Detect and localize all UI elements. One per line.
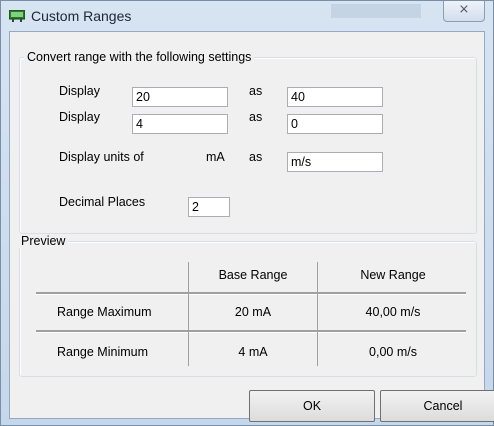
convert-settings-group: Convert range with the following setting…: [19, 50, 477, 234]
decimal-places-input[interactable]: 2: [188, 197, 230, 217]
display-min-label: Display: [59, 110, 100, 124]
cell-base-min: 4 mA: [238, 345, 268, 359]
table-divider: [36, 292, 466, 295]
dialog-client-area: Convert range with the following setting…: [9, 31, 494, 422]
header-new-range: New Range: [360, 268, 426, 282]
base-unit-label: mA: [206, 150, 225, 164]
convert-settings-legend: Convert range with the following setting…: [24, 50, 255, 64]
as-label: as: [249, 150, 263, 164]
cell-new-min: 0,00 m/s: [369, 345, 417, 359]
app-icon: [9, 10, 25, 22]
row-label-min: Range Minimum: [57, 345, 149, 359]
table-divider: [36, 330, 466, 333]
title-bar[interactable]: Custom Ranges ⨯: [1, 1, 493, 31]
cell-new-max: 40,00 m/s: [365, 305, 421, 319]
close-button[interactable]: ⨯: [443, 1, 485, 22]
column-divider: [317, 262, 318, 366]
column-divider: [188, 262, 189, 366]
new-min-input[interactable]: 0: [287, 114, 383, 134]
display-max-label: Display: [59, 84, 100, 98]
display-min-input[interactable]: 4: [132, 114, 228, 134]
close-icon: ⨯: [458, 2, 470, 17]
background-window-ghost: [331, 4, 421, 18]
decimal-places-label: Decimal Places: [59, 195, 146, 209]
new-max-input[interactable]: 40: [287, 87, 383, 107]
cancel-button[interactable]: Cancel: [380, 390, 494, 422]
window-title: Custom Ranges: [31, 8, 132, 24]
header-base-range: Base Range: [218, 268, 288, 282]
as-label: as: [249, 110, 263, 124]
cell-base-max: 20 mA: [234, 305, 272, 319]
custom-ranges-dialog: Custom Ranges ⨯ Convert range with the f…: [0, 0, 494, 426]
display-units-label: Display units of: [59, 150, 144, 164]
as-label: as: [249, 84, 263, 98]
ok-button[interactable]: OK: [249, 390, 375, 422]
row-label-max: Range Maximum: [57, 305, 152, 319]
display-max-input[interactable]: 20: [132, 87, 228, 107]
units-input[interactable]: m/s: [287, 152, 383, 172]
preview-legend: Preview: [18, 234, 69, 248]
preview-group: Preview Base Range New Range Range Maxim…: [18, 234, 477, 377]
